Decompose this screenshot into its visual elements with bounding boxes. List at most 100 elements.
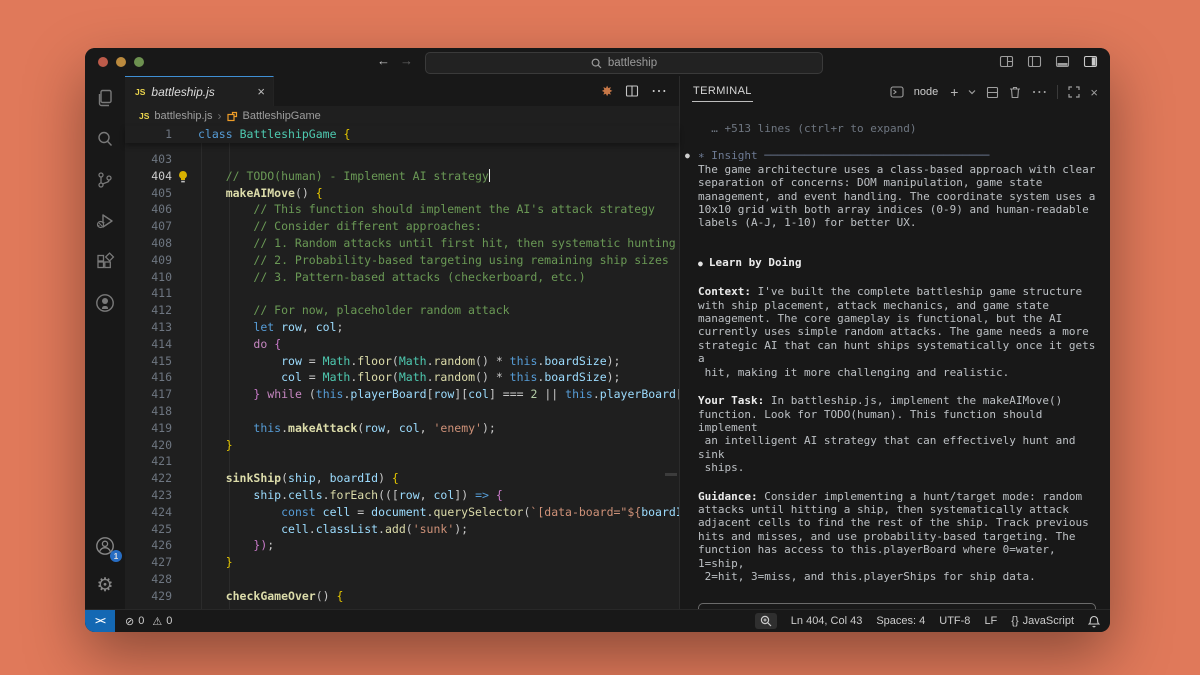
new-terminal-button[interactable]: + bbox=[950, 85, 958, 99]
code-line[interactable]: 414 do { bbox=[125, 336, 679, 353]
code-text: let row, col; bbox=[198, 319, 343, 336]
customize-layout-icon[interactable] bbox=[999, 54, 1014, 69]
code-token: ; bbox=[337, 320, 344, 334]
accounts-icon[interactable]: 1 bbox=[93, 534, 117, 558]
trash-icon[interactable] bbox=[1009, 86, 1021, 99]
close-panel-icon[interactable]: × bbox=[1090, 85, 1098, 100]
sticky-scroll-line[interactable]: 1 class BattleshipGame { bbox=[125, 126, 679, 143]
notifications-bell-icon[interactable] bbox=[1088, 615, 1100, 628]
code-line[interactable]: 421 bbox=[125, 453, 679, 470]
code-line[interactable]: 429 checkGameOver() { bbox=[125, 588, 679, 605]
command-center-search[interactable]: battleship bbox=[425, 52, 823, 74]
code-text: checkGameOver() { bbox=[198, 588, 343, 605]
run-debug-icon[interactable] bbox=[93, 209, 117, 233]
activity-bar: 1 ⚙ bbox=[85, 76, 125, 609]
breadcrumb-file[interactable]: battleship.js bbox=[154, 110, 212, 122]
split-editor-icon[interactable] bbox=[625, 84, 639, 98]
split-terminal-icon[interactable] bbox=[986, 86, 999, 99]
terminal-panel: TERMINAL node + ⋯ × … +513 lines (ctrl+r… bbox=[679, 76, 1110, 609]
line-number: 411 bbox=[125, 285, 172, 302]
code-line[interactable]: 427 } bbox=[125, 554, 679, 571]
line-number: 428 bbox=[125, 571, 172, 588]
code-token: , bbox=[420, 488, 434, 502]
glyph-margin bbox=[172, 437, 198, 454]
code-line[interactable]: 417 } while (this.playerBoard[row][col] … bbox=[125, 386, 679, 403]
code-line[interactable]: 408 // 1. Random attacks until first hit… bbox=[125, 235, 679, 252]
minimize-window-button[interactable] bbox=[116, 57, 126, 67]
code-text: // 3. Pattern-based attacks (checkerboar… bbox=[198, 269, 586, 286]
remote-indicator-button[interactable]: >< bbox=[85, 610, 115, 632]
scrollbar-slider[interactable] bbox=[665, 473, 677, 476]
code-token: ); bbox=[454, 522, 468, 536]
code-line[interactable]: 422 sinkShip(ship, boardId) { bbox=[125, 470, 679, 487]
terminal-output[interactable]: … +513 lines (ctrl+r to expand)●∗ Insigh… bbox=[680, 108, 1110, 609]
code-token: makeAttack bbox=[288, 421, 357, 435]
code-line[interactable]: 416 col = Math.floor(Math.random() * thi… bbox=[125, 369, 679, 386]
breadcrumb[interactable]: JS battleship.js › BattleshipGame bbox=[125, 106, 679, 126]
code-token bbox=[198, 471, 226, 485]
problems-button[interactable]: ⊘ 0 ⚠ 0 bbox=[125, 615, 172, 628]
code-token: classList bbox=[316, 522, 378, 536]
cursor-position-button[interactable]: Ln 404, Col 43 bbox=[791, 615, 863, 627]
code-line[interactable]: 419 this.makeAttack(row, col, 'enemy'); bbox=[125, 420, 679, 437]
toggle-primary-sidebar-icon[interactable] bbox=[1027, 54, 1042, 69]
code-token bbox=[198, 303, 253, 317]
code-line[interactable]: 420 } bbox=[125, 437, 679, 454]
tab-terminal[interactable]: TERMINAL bbox=[692, 83, 753, 102]
code-line[interactable]: 403 bbox=[125, 151, 679, 168]
panel-header: TERMINAL node + ⋯ × bbox=[680, 76, 1110, 108]
encoding-button[interactable]: UTF-8 bbox=[939, 615, 970, 627]
code-line[interactable]: 410 // 3. Pattern-based attacks (checker… bbox=[125, 269, 679, 286]
code-line[interactable]: 428 bbox=[125, 571, 679, 588]
code-token: // 1. Random attacks until first hit, th… bbox=[253, 236, 675, 250]
code-line[interactable]: 406 // This function should implement th… bbox=[125, 201, 679, 218]
code-token: this bbox=[316, 387, 344, 401]
tab-battleship-js[interactable]: JS battleship.js × bbox=[125, 76, 274, 106]
close-window-button[interactable] bbox=[98, 57, 108, 67]
code-line[interactable]: 404 // TODO(human) - Implement AI strate… bbox=[125, 168, 679, 185]
navigate-back-button[interactable]: ← bbox=[377, 53, 390, 68]
code-line[interactable]: 411 bbox=[125, 285, 679, 302]
code-line[interactable]: 418 bbox=[125, 403, 679, 420]
code-token: // This function should implement the AI… bbox=[253, 202, 655, 216]
maximize-panel-icon[interactable] bbox=[1068, 86, 1080, 98]
maximize-window-button[interactable] bbox=[134, 57, 144, 67]
language-mode-button[interactable]: {} JavaScript bbox=[1011, 615, 1074, 627]
source-control-icon[interactable] bbox=[93, 168, 117, 192]
code-line[interactable]: 405 makeAIMove() { bbox=[125, 185, 679, 202]
code-line[interactable]: 424 const cell = document.querySelector(… bbox=[125, 504, 679, 521]
code-line[interactable]: 407 // Consider different approaches: bbox=[125, 218, 679, 235]
code-line[interactable]: 413 let row, col; bbox=[125, 319, 679, 336]
javascript-file-icon: JS bbox=[135, 87, 145, 97]
code-token: this bbox=[253, 421, 281, 435]
code-line[interactable]: 415 row = Math.floor(Math.random() * thi… bbox=[125, 353, 679, 370]
editor-more-actions-icon[interactable]: ⋯ bbox=[651, 81, 667, 101]
code-line[interactable]: 409 // 2. Probability-based targeting us… bbox=[125, 252, 679, 269]
shell-label[interactable]: node bbox=[914, 86, 938, 98]
line-number: 407 bbox=[125, 218, 172, 235]
toggle-panel-icon[interactable] bbox=[1055, 54, 1070, 69]
zoom-indicator-button[interactable] bbox=[755, 613, 777, 629]
eol-button[interactable]: LF bbox=[984, 615, 997, 627]
indentation-button[interactable]: Spaces: 4 bbox=[876, 615, 925, 627]
code-line[interactable]: 423 ship.cells.forEach(([row, col]) => { bbox=[125, 487, 679, 504]
github-icon[interactable] bbox=[93, 291, 117, 315]
search-sidebar-icon[interactable] bbox=[93, 127, 117, 151]
code-line[interactable]: 425 cell.classList.add('sunk'); bbox=[125, 521, 679, 538]
code-line[interactable]: 426 }); bbox=[125, 537, 679, 554]
tab-close-icon[interactable]: × bbox=[257, 84, 265, 99]
glyph-margin bbox=[172, 151, 198, 168]
chevron-down-icon[interactable] bbox=[968, 89, 976, 95]
breadcrumb-symbol[interactable]: BattleshipGame bbox=[243, 110, 321, 122]
terminal-more-actions-icon[interactable]: ⋯ bbox=[1031, 82, 1047, 102]
code-token bbox=[198, 337, 253, 351]
extensions-icon[interactable] bbox=[93, 250, 117, 274]
warnings-icon: ⚠ bbox=[152, 615, 162, 628]
explorer-icon[interactable] bbox=[93, 86, 117, 110]
claude-starburst-icon[interactable]: ✸ bbox=[601, 84, 613, 98]
settings-gear-icon[interactable]: ⚙ bbox=[93, 573, 117, 597]
code-line[interactable]: 412 // For now, placeholder random attac… bbox=[125, 302, 679, 319]
navigate-forward-button[interactable]: → bbox=[400, 53, 413, 68]
toggle-secondary-sidebar-icon[interactable] bbox=[1083, 54, 1098, 69]
code-editor[interactable]: 403404 // TODO(human) - Implement AI str… bbox=[125, 143, 679, 609]
